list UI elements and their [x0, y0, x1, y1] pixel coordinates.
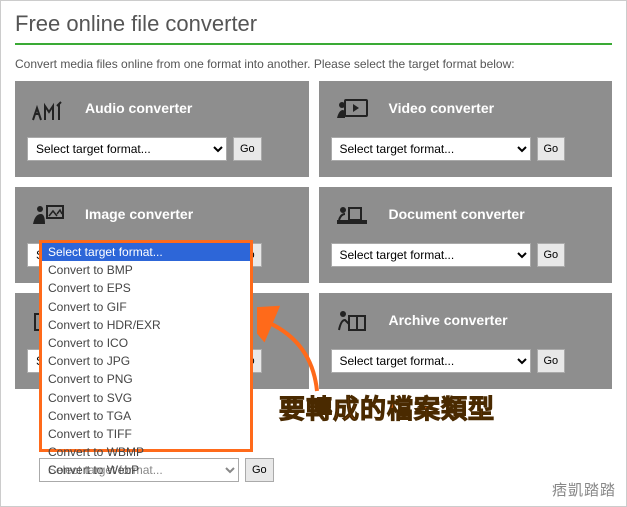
- dropdown-option[interactable]: Convert to PNG: [42, 370, 250, 388]
- archive-icon: [331, 305, 375, 335]
- watermark: 痞凱踏踏: [552, 479, 616, 500]
- dropdown-option[interactable]: Convert to EPS: [42, 279, 250, 297]
- dropdown-option[interactable]: Convert to HDR/EXR: [42, 316, 250, 334]
- card-archive: Archive converter Select target format..…: [319, 293, 613, 389]
- audio-go-button[interactable]: Go: [233, 137, 262, 161]
- image-icon: [27, 199, 71, 229]
- card-video: Video converter Select target format... …: [319, 81, 613, 177]
- dropdown-option[interactable]: Convert to JPG: [42, 352, 250, 370]
- card-title: Audio converter: [85, 100, 192, 116]
- video-go-button[interactable]: Go: [537, 137, 566, 161]
- audio-icon: [27, 93, 71, 123]
- card-title: Image converter: [85, 206, 193, 222]
- card-audio: Audio converter Select target format... …: [15, 81, 309, 177]
- dropdown-option[interactable]: Convert to TIFF: [42, 425, 250, 443]
- document-icon: [331, 199, 375, 229]
- dropdown-option[interactable]: Convert to SVG: [42, 389, 250, 407]
- card-title: Document converter: [389, 206, 525, 222]
- document-go-button[interactable]: Go: [537, 243, 566, 267]
- video-icon: [331, 93, 375, 123]
- dropdown-option[interactable]: Convert to WebP: [42, 461, 250, 479]
- video-format-select[interactable]: Select target format...: [331, 137, 531, 161]
- image-dropdown-open: Select target format...Convert to BMPCon…: [39, 240, 253, 452]
- archive-format-select[interactable]: Select target format...: [331, 349, 531, 373]
- dropdown-option[interactable]: Convert to WBMP: [42, 443, 250, 461]
- dropdown-option[interactable]: Convert to BMP: [42, 261, 250, 279]
- audio-format-select[interactable]: Select target format...: [27, 137, 227, 161]
- document-format-select[interactable]: Select target format...: [331, 243, 531, 267]
- intro-text: Convert media files online from one form…: [15, 57, 612, 71]
- card-document: Document converter Select target format.…: [319, 187, 613, 283]
- dropdown-option[interactable]: Select target format...: [42, 243, 250, 261]
- dropdown-option[interactable]: Convert to ICO: [42, 334, 250, 352]
- dropdown-options-list[interactable]: Select target format...Convert to BMPCon…: [42, 243, 250, 479]
- dropdown-option[interactable]: Convert to TGA: [42, 407, 250, 425]
- card-title: Archive converter: [389, 312, 508, 328]
- archive-go-button[interactable]: Go: [537, 349, 566, 373]
- annotation-arrow-icon: [257, 301, 337, 401]
- annotation-text: 要轉成的檔案類型: [279, 389, 495, 426]
- page-title: Free online file converter: [15, 11, 612, 45]
- card-title: Video converter: [389, 100, 495, 116]
- dropdown-option[interactable]: Convert to GIF: [42, 298, 250, 316]
